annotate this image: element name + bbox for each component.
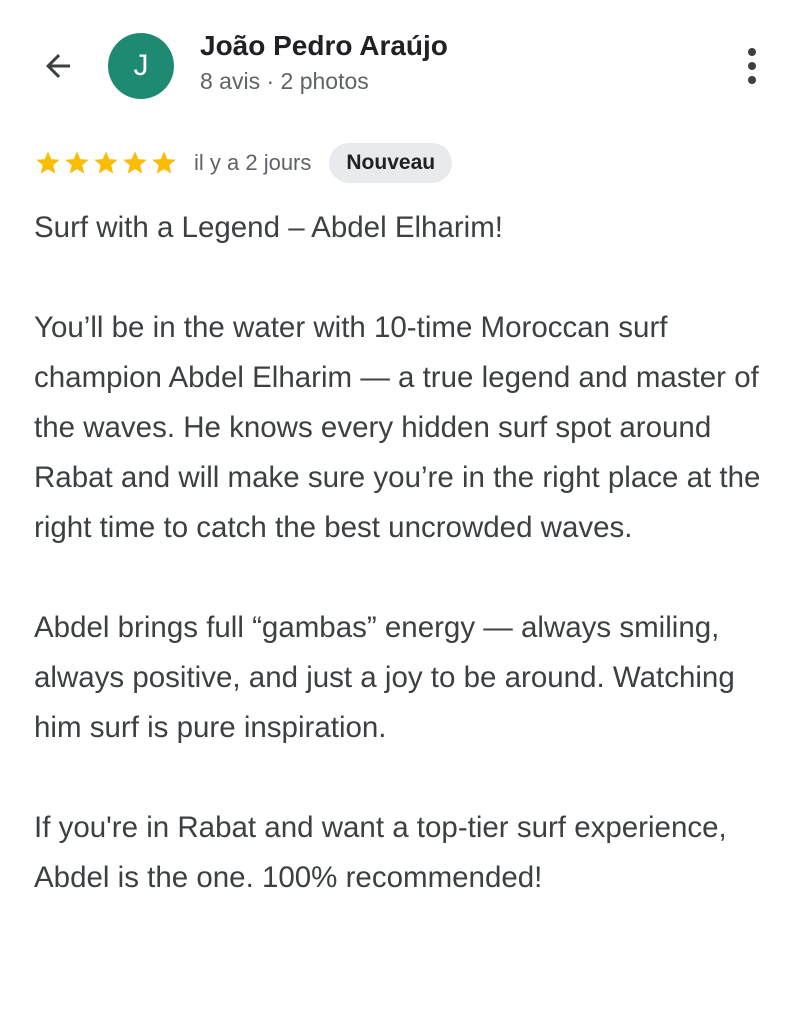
star-icon	[152, 151, 176, 174]
review-paragraph: Surf with a Legend – Abdel Elharim!	[34, 211, 504, 244]
back-button[interactable]	[36, 44, 80, 88]
star-rating	[34, 149, 178, 177]
review-date: il y a 2 jours	[194, 150, 312, 175]
star-icon	[65, 151, 89, 174]
rating-row: il y a 2 jours Nouveau	[34, 142, 453, 184]
review-paragraph: If you're in Rabat and want a top-tier s…	[34, 811, 727, 894]
new-badge: Nouveau	[329, 143, 453, 183]
avatar-letter: J	[133, 49, 149, 82]
star-icon	[94, 151, 118, 174]
reviewer-header: J João Pedro Araújo 8 avis · 2 photos	[0, 0, 809, 130]
review-paragraph: You’ll be in the water with 10-time Moro…	[34, 311, 761, 544]
avatar[interactable]: J	[108, 33, 174, 99]
more-vertical-icon	[748, 48, 756, 84]
star-icon	[36, 151, 60, 174]
reviewer-meta: 8 avis · 2 photos	[200, 68, 369, 94]
more-options-button[interactable]	[734, 42, 770, 90]
review-paragraph: Abdel brings full “gambas” energy — alwa…	[34, 611, 735, 744]
review-text: Surf with a Legend – Abdel Elharim! You’l…	[34, 203, 779, 953]
arrow-back-icon	[46, 54, 70, 78]
reviewer-name[interactable]: João Pedro Araújo	[200, 30, 448, 62]
star-icon	[123, 151, 147, 174]
